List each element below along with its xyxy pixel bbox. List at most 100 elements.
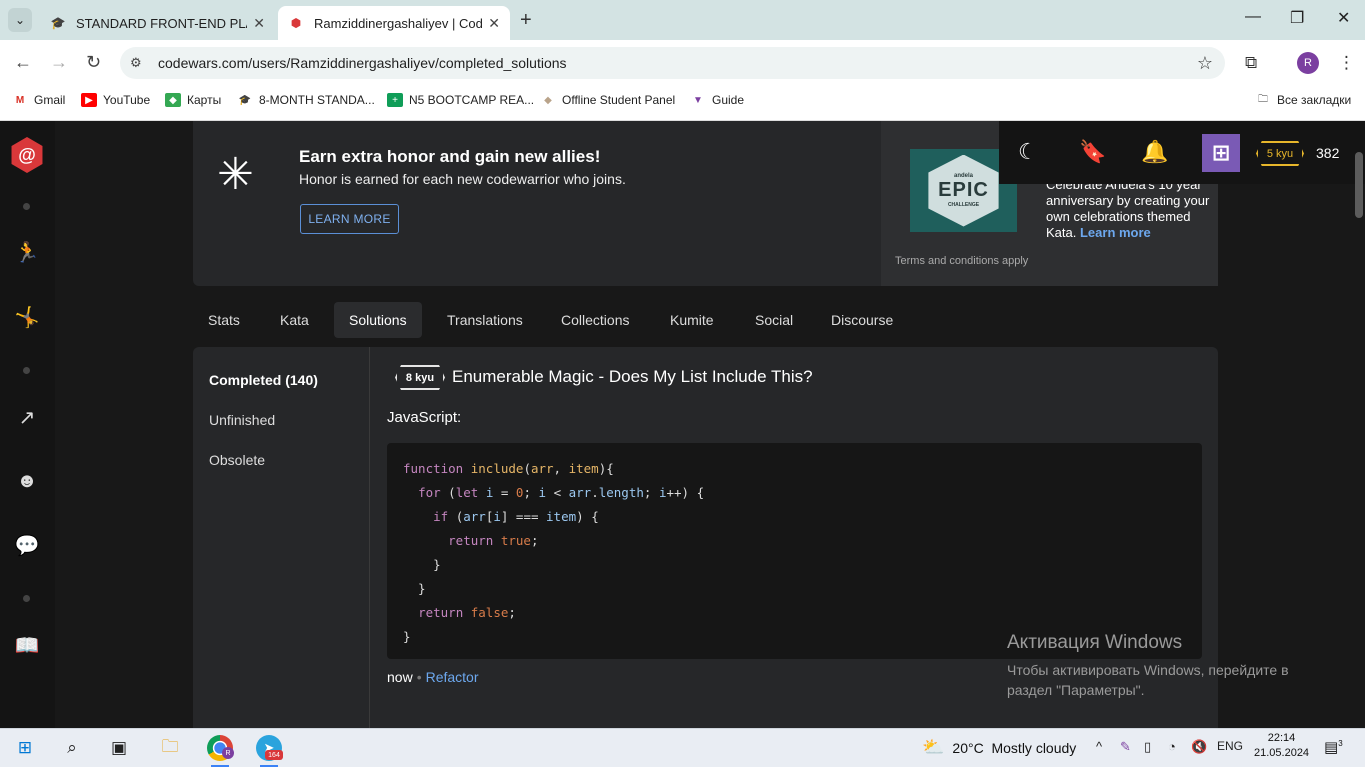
windows-start-icon[interactable]: ⊞ xyxy=(12,735,38,761)
task-view-icon[interactable]: ▣ xyxy=(106,735,132,761)
all-bookmarks[interactable]: 🗀 Все закладки xyxy=(1255,93,1351,107)
bookmark-n5-bootcamp[interactable]: + N5 BOOTCAMP REA... xyxy=(387,93,534,107)
system-clock[interactable]: 22:14 21.05.2024 xyxy=(1254,731,1309,761)
codewars-logo[interactable]: @ xyxy=(11,137,43,173)
restore-button[interactable]: ❐ xyxy=(1290,8,1304,28)
solution-meta: now • Refactor xyxy=(387,669,479,685)
leaderboard-trend-icon[interactable]: ↗ xyxy=(14,404,40,430)
chat-icon[interactable]: 💬 xyxy=(14,532,40,558)
device-icon[interactable]: ▯ xyxy=(1144,739,1151,755)
extensions-icon[interactable]: ⧉ xyxy=(1245,53,1257,73)
youtube-icon: ▶ xyxy=(81,93,97,107)
training-icon[interactable]: 🏃 xyxy=(14,239,40,265)
refactor-link[interactable]: Refactor xyxy=(426,669,479,685)
site-settings-icon[interactable]: ⚙ xyxy=(130,55,154,71)
close-icon[interactable]: ✕ xyxy=(253,15,265,32)
tab-kumite[interactable]: Kumite xyxy=(655,302,729,338)
solutions-sidebar: Completed (140) Unfinished Obsolete xyxy=(193,347,370,728)
tab-stats[interactable]: Stats xyxy=(193,302,255,338)
nav-divider-dot xyxy=(23,367,30,374)
epic-learn-more-link[interactable]: Learn more xyxy=(1080,225,1151,240)
sunburst-icon: ✳ xyxy=(217,150,254,199)
dark-mode-moon-icon[interactable]: ☾ xyxy=(1018,139,1038,165)
chevron-up-icon[interactable]: ^ xyxy=(1096,739,1102,754)
graduation-cap-icon: 🎓 xyxy=(238,94,252,106)
url-text: codewars.com/users/Ramziddinergashaliyev… xyxy=(158,55,567,71)
volume-muted-icon[interactable]: 🔇 xyxy=(1191,739,1207,755)
windows-taskbar xyxy=(0,728,1365,767)
bookmark-offline-panel[interactable]: ◆ Offline Student Panel xyxy=(540,93,675,107)
search-icon[interactable]: ⌕ xyxy=(59,735,85,761)
solution-time: now xyxy=(387,669,413,685)
browser-menu-icon[interactable]: ⋮ xyxy=(1338,53,1355,73)
learn-more-button[interactable]: LEARN MORE xyxy=(300,204,399,234)
banner-title: Earn extra honor and gain new allies! xyxy=(299,147,601,166)
language-indicator[interactable]: ENG xyxy=(1217,739,1243,753)
terms-text: Terms and conditions apply xyxy=(895,255,1029,267)
sidebar-item-completed[interactable]: Completed (140) xyxy=(209,372,318,388)
user-avatar[interactable]: ⊞ xyxy=(1202,134,1240,172)
bookmark-youtube[interactable]: ▶ YouTube xyxy=(81,93,150,107)
tab-social[interactable]: Social xyxy=(740,302,808,338)
browser-tab-bar: ⌄ 🎓 STANDARD FRONT-END PLAN ✕ ⬢ Ramziddi… xyxy=(0,0,1365,40)
browser-tab-standard-plan[interactable]: 🎓 STANDARD FRONT-END PLAN ✕ xyxy=(40,6,275,40)
practice-icon[interactable]: 🤸 xyxy=(14,304,40,330)
tab-title: STANDARD FRONT-END PLAN xyxy=(76,15,248,31)
tab-translations[interactable]: Translations xyxy=(432,302,538,338)
tab-search-button[interactable]: ⌄ xyxy=(8,8,32,32)
sidebar-item-unfinished[interactable]: Unfinished xyxy=(209,412,275,428)
nav-divider-dot xyxy=(23,595,30,602)
codewars-icon: ⬢ xyxy=(290,16,302,30)
bookmark-gmail[interactable]: M Gmail xyxy=(12,93,66,107)
bookmark-maps[interactable]: ◆ Карты xyxy=(165,93,221,107)
vite-icon: ▼ xyxy=(693,94,703,106)
browser-tab-codewars[interactable]: ⬢ Ramziddinergashaliyev | Codew ✕ xyxy=(278,6,510,40)
bookmark-icon[interactable]: 🔖 xyxy=(1079,139,1106,165)
bell-icon[interactable]: 🔔 xyxy=(1141,139,1168,165)
bookmark-star-icon[interactable]: ☆ xyxy=(1197,53,1213,74)
folder-icon: 🗀 xyxy=(1258,93,1268,105)
wifi-icon[interactable]: ◔ xyxy=(1168,739,1176,754)
windows-activation-watermark: Активация Windows Чтобы активировать Win… xyxy=(1007,632,1289,698)
panel-icon: ◆ xyxy=(544,94,552,106)
tab-title: Ramziddinergashaliyev | Codew xyxy=(314,15,483,31)
partly-cloudy-icon: ⛅ xyxy=(922,737,945,757)
close-icon[interactable]: ✕ xyxy=(488,15,500,32)
reload-icon[interactable]: ↻ xyxy=(86,52,101,73)
tab-solutions[interactable]: Solutions xyxy=(334,302,422,338)
page-scrollbar[interactable] xyxy=(1355,152,1363,218)
new-tab-button[interactable]: + xyxy=(520,9,532,32)
graduation-cap-icon: 🎓 xyxy=(50,16,66,30)
nav-divider-dot xyxy=(23,203,30,210)
chrome-profile-badge: R xyxy=(222,747,234,759)
user-rank-badge: 5 kyu xyxy=(1256,141,1304,166)
bookmark-8-month[interactable]: 🎓 8-MONTH STANDA... xyxy=(237,93,375,107)
banner-subtitle: Honor is earned for each new codewarrior… xyxy=(299,171,626,187)
solution-code-block[interactable]: function include(arr, item){ for (let i … xyxy=(387,443,1202,659)
sidebar-item-obsolete[interactable]: Obsolete xyxy=(209,452,265,468)
tab-collections[interactable]: Collections xyxy=(546,302,644,338)
left-nav: @ 🏃 🤸 ↗ ☻ 💬 📖 xyxy=(0,121,55,728)
tab-kata[interactable]: Kata xyxy=(265,302,324,338)
pen-icon[interactable]: ✎ xyxy=(1120,739,1131,755)
discord-icon[interactable]: ☻ xyxy=(14,468,40,494)
close-window-button[interactable]: ✕ xyxy=(1337,8,1350,28)
kata-rank-badge: 8 kyu xyxy=(395,365,445,390)
weather-widget[interactable]: ⛅ 20°C Mostly cloudy xyxy=(922,737,1076,758)
omnibox[interactable]: ⚙ codewars.com/users/Ramziddinergashaliy… xyxy=(120,47,1225,79)
notifications-icon[interactable]: ▤3 xyxy=(1324,738,1343,756)
minimize-button[interactable]: — xyxy=(1245,8,1261,26)
bookmark-guide[interactable]: ▼ Guide xyxy=(690,93,744,107)
user-honor: 382 xyxy=(1316,145,1340,161)
epic-challenge-text: Celebrate Andela's 10 year anniversary b… xyxy=(1046,177,1210,240)
telegram-unread-badge: 164 xyxy=(265,750,283,760)
forward-arrow-icon[interactable]: → xyxy=(50,52,68,73)
file-explorer-icon[interactable]: 🗀 xyxy=(157,735,183,761)
gmail-icon: M xyxy=(15,94,25,106)
docs-book-icon[interactable]: 📖 xyxy=(14,632,40,658)
kata-title-link[interactable]: Enumerable Magic - Does My List Include … xyxy=(452,367,813,387)
back-arrow-icon[interactable]: ← xyxy=(14,52,32,73)
tab-discourse[interactable]: Discourse xyxy=(816,302,908,338)
profile-avatar[interactable]: R xyxy=(1297,52,1319,74)
solution-language: JavaScript: xyxy=(387,409,462,426)
